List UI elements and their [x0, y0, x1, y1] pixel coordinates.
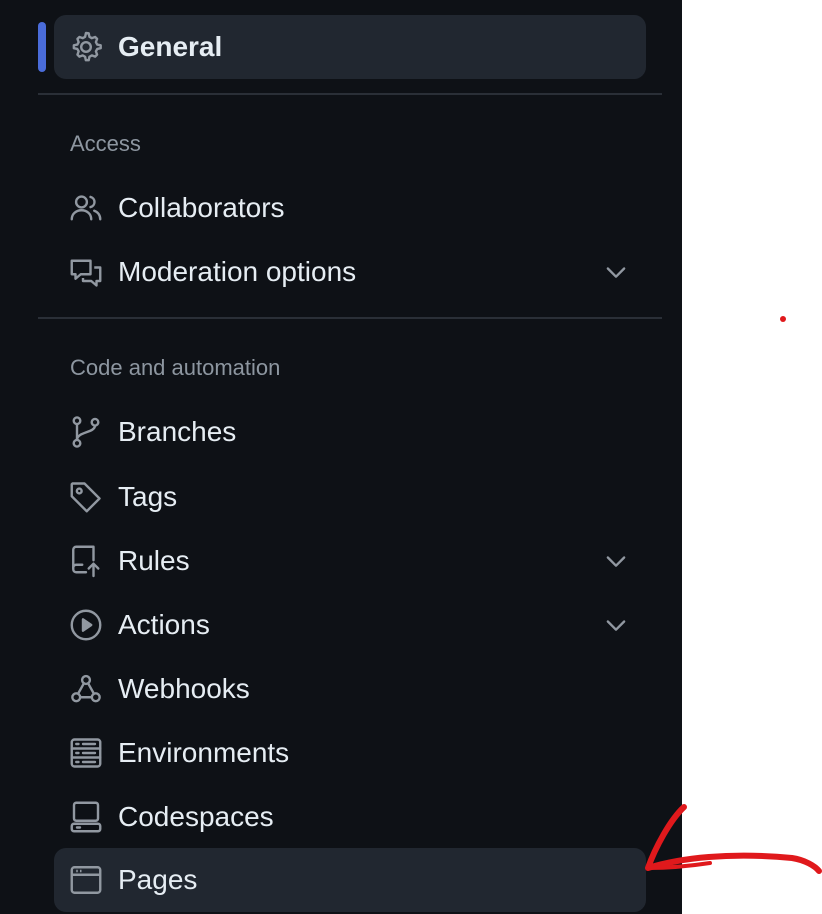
sidebar-item-webhooks[interactable]: Webhooks — [54, 657, 646, 721]
sidebar-item-label: Pages — [118, 864, 198, 895]
sidebar-item-label: Tags — [118, 481, 178, 512]
sidebar-item-moderation-options[interactable]: Moderation options — [54, 240, 646, 304]
settings-sidebar: General Access Collaborators Moderation … — [0, 0, 682, 914]
active-indicator — [38, 22, 46, 72]
webhook-icon — [68, 671, 104, 707]
browser-icon — [68, 862, 104, 898]
chevron-down-icon[interactable] — [602, 611, 630, 639]
people-icon — [68, 190, 104, 226]
repo-push-icon — [68, 543, 104, 579]
git-branch-icon — [68, 414, 104, 450]
sidebar-item-label: Rules — [118, 545, 190, 576]
tag-icon — [68, 479, 104, 515]
play-icon — [68, 607, 104, 643]
divider — [38, 93, 662, 95]
divider — [38, 317, 662, 319]
chevron-down-icon[interactable] — [602, 258, 630, 286]
blank-panel — [682, 0, 822, 914]
sidebar-item-collaborators[interactable]: Collaborators — [54, 176, 646, 240]
sidebar-item-environments[interactable]: Environments — [54, 721, 646, 785]
sidebar-item-label: Collaborators — [118, 192, 285, 223]
sidebar-item-codespaces[interactable]: Codespaces — [54, 785, 646, 849]
comment-discussion-icon — [68, 254, 104, 290]
sidebar-item-label: Environments — [118, 737, 290, 768]
sidebar-item-general[interactable]: General — [54, 15, 646, 79]
sidebar-item-label: Moderation options — [118, 256, 357, 287]
gear-icon — [68, 29, 104, 65]
sidebar-item-branches[interactable]: Branches — [54, 400, 646, 464]
sidebar-item-pages[interactable]: Pages — [54, 848, 646, 912]
server-icon — [68, 735, 104, 771]
chevron-down-icon[interactable] — [602, 547, 630, 575]
section-heading-code-and-automation: Code and automation — [70, 355, 281, 380]
sidebar-item-label: General — [118, 31, 223, 62]
sidebar-item-label: Webhooks — [118, 673, 250, 704]
sidebar-item-rules[interactable]: Rules — [54, 529, 646, 593]
sidebar-item-actions[interactable]: Actions — [54, 593, 646, 657]
sidebar-item-label: Branches — [118, 416, 237, 447]
sidebar-item-label: Codespaces — [118, 801, 274, 832]
sidebar-item-tags[interactable]: Tags — [54, 465, 646, 529]
section-heading-access: Access — [70, 131, 141, 156]
codespaces-icon — [68, 799, 104, 835]
sidebar-item-label: Actions — [118, 609, 210, 640]
